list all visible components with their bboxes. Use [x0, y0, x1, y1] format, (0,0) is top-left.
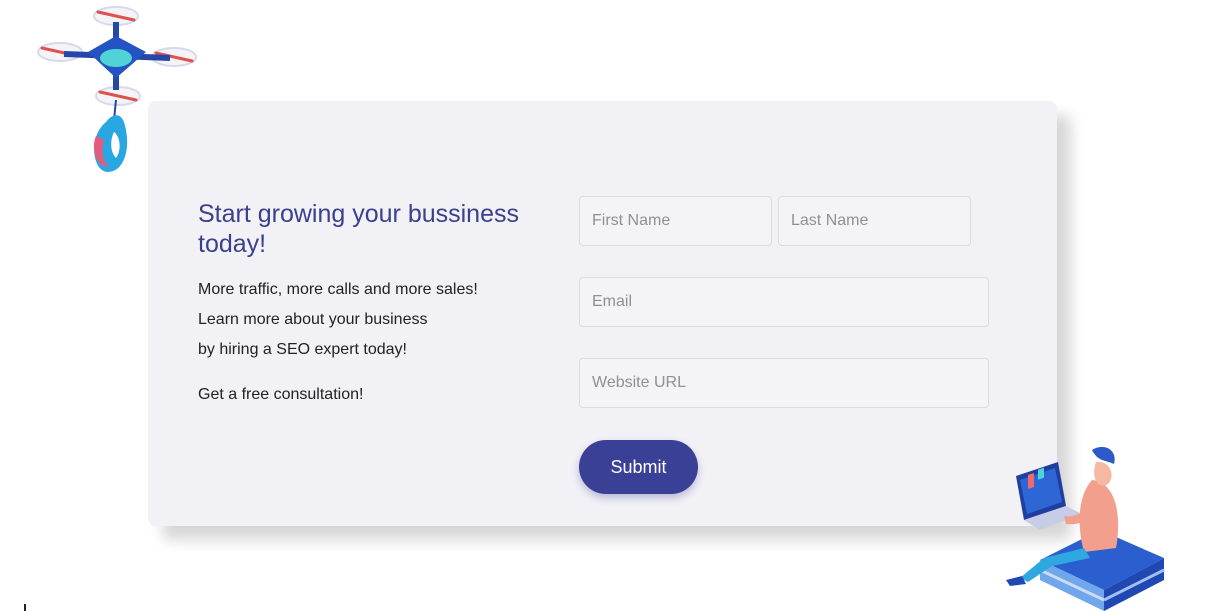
- headline: Start growing your bussiness today!: [198, 200, 519, 258]
- intro-text: More traffic, more calls and more sales!…: [198, 275, 528, 365]
- intro-line: by hiring a SEO expert today!: [198, 341, 407, 358]
- intro-line: Learn more about your business: [198, 311, 428, 328]
- last-name-input[interactable]: [778, 196, 971, 246]
- intro-line: More traffic, more calls and more sales!: [198, 281, 478, 298]
- edge-mark: [24, 604, 26, 611]
- signup-card: Start growing your bussiness today! More…: [148, 101, 1057, 526]
- person-laptop-illustration-icon: [1000, 440, 1168, 611]
- first-name-input[interactable]: [579, 196, 772, 246]
- cta-text: Get a free consultation!: [198, 386, 364, 403]
- email-input[interactable]: [579, 277, 989, 327]
- submit-button[interactable]: Submit: [579, 440, 698, 494]
- website-url-input[interactable]: [579, 358, 989, 408]
